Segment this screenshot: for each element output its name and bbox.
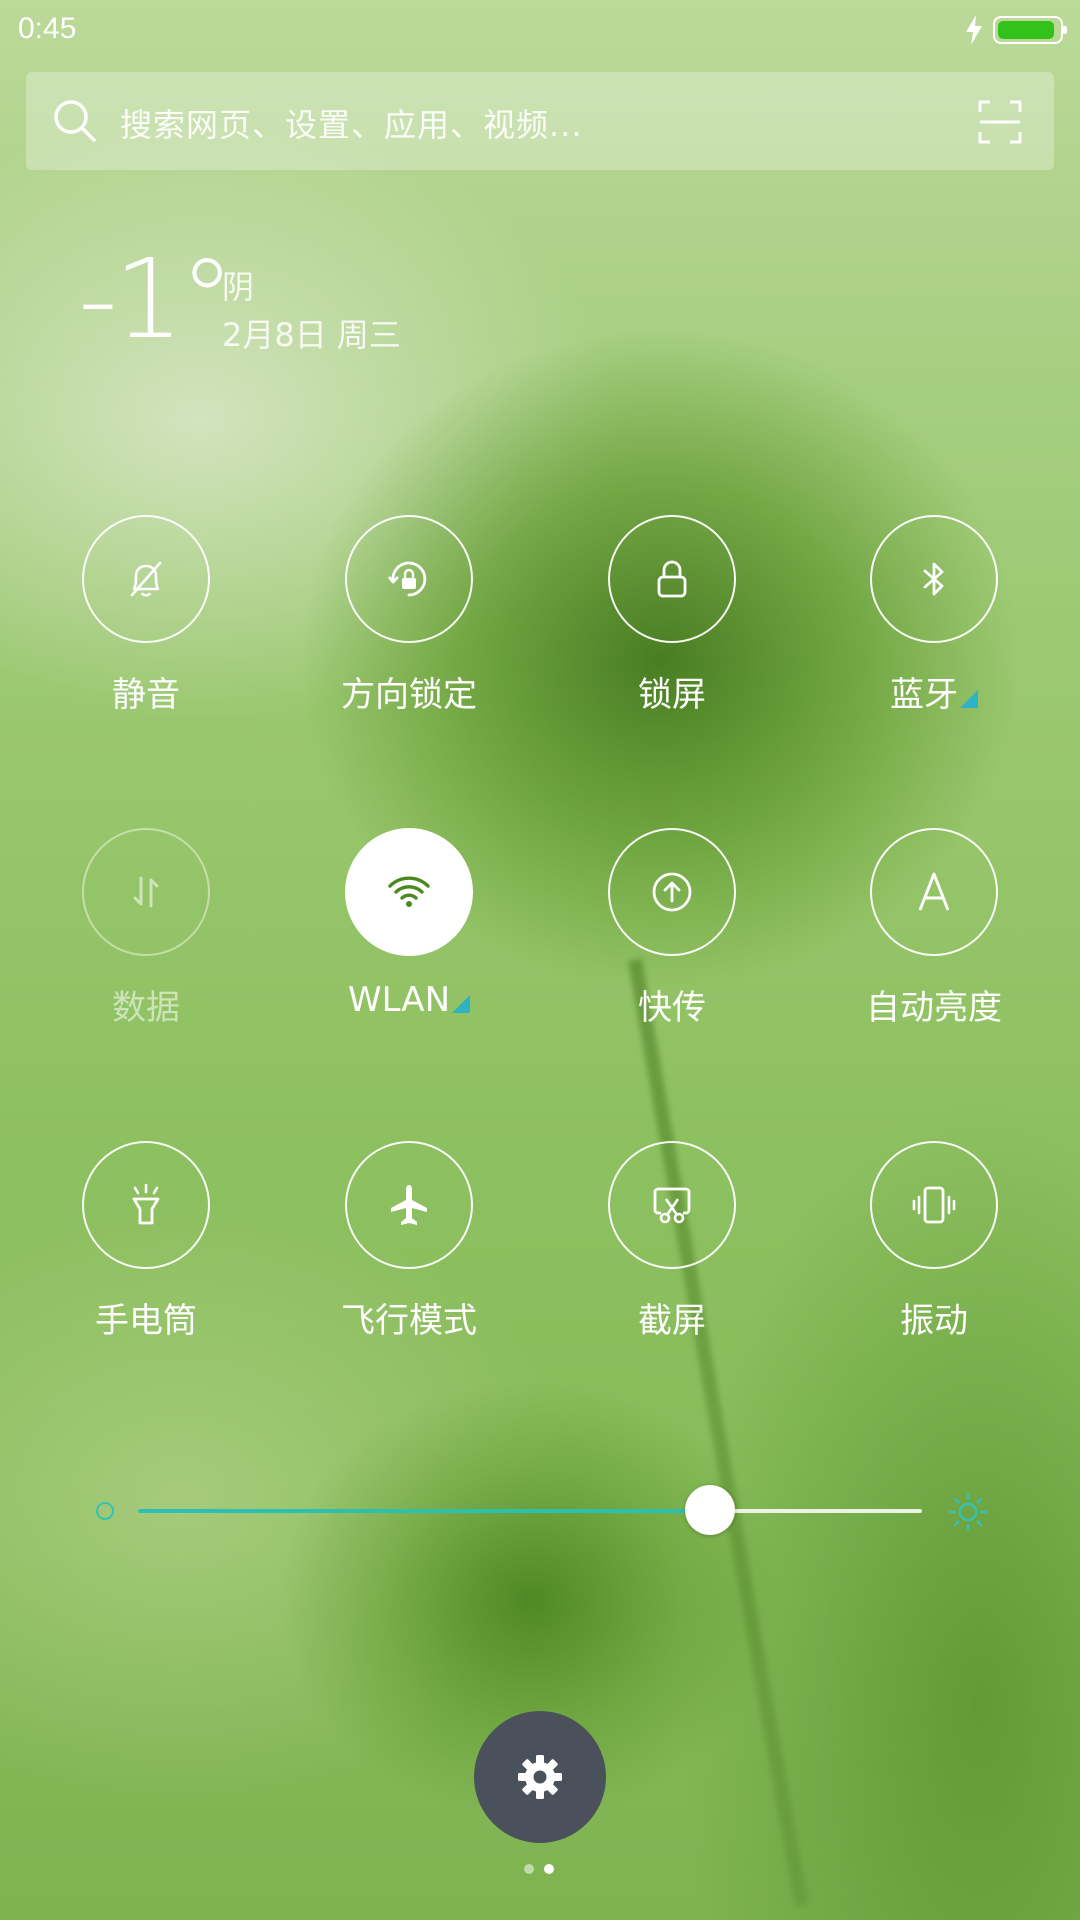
toggle-vibrate-circle[interactable] [870, 1141, 998, 1269]
toggle-lock-screen-label: 锁屏 [638, 675, 706, 715]
toggle-airplane-label: 飞行模式 [341, 1301, 477, 1341]
toggle-rotation-lock[interactable]: 方向锁定 [309, 515, 509, 735]
toggle-quick-transfer[interactable]: 快传 [572, 828, 772, 1048]
toggle-wlan[interactable]: WLAN [309, 828, 509, 1048]
toggle-screenshot-label: 截屏 [638, 1301, 706, 1341]
toggle-rotation-lock-circle[interactable] [345, 515, 473, 643]
gear-icon [518, 1755, 562, 1799]
battery-fill [998, 21, 1054, 39]
toggle-lock-screen-circle[interactable] [608, 515, 736, 643]
battery-cap [1063, 26, 1067, 34]
toggle-wlan-label-wrap: WLAN [289, 980, 529, 1020]
toggle-bluetooth-circle[interactable] [870, 515, 998, 643]
toggle-silent[interactable]: 静音 [46, 515, 246, 735]
charging-bolt-icon [966, 15, 982, 45]
toggle-auto-brightness[interactable]: 自动亮度 [834, 828, 1034, 1048]
brightness-slider[interactable] [138, 1485, 922, 1535]
settings-button[interactable] [474, 1711, 606, 1843]
toggle-auto-brightness-circle[interactable] [870, 828, 998, 956]
mobile-data-icon [133, 876, 159, 908]
toggle-silent-label: 静音 [112, 675, 180, 715]
toggle-bluetooth-label: 蓝牙 [890, 675, 958, 715]
battery-icon [993, 16, 1067, 44]
status-time: 0:45 [18, 12, 77, 45]
toggle-silent-circle[interactable] [82, 515, 210, 643]
toggle-flashlight-label: 手电筒 [95, 1301, 197, 1341]
brightness-low-icon [96, 1502, 114, 1520]
toggle-airplane[interactable]: 飞行模式 [309, 1141, 509, 1361]
toggle-mobile-data-circle[interactable] [82, 828, 210, 956]
weather-date: 2月8日 周三 [222, 316, 401, 354]
toggle-quick-transfer-label: 快传 [638, 988, 706, 1028]
page-dot-1[interactable] [524, 1864, 534, 1874]
toggle-bluetooth[interactable]: 蓝牙 [834, 515, 1034, 735]
toggle-vibrate[interactable]: 振动 [834, 1141, 1034, 1361]
search-input[interactable]: 搜索网页、设置、应用、视频... [120, 100, 583, 146]
quick-transfer-icon [652, 872, 692, 912]
toggle-auto-brightness-label: 自动亮度 [866, 988, 1002, 1028]
search-icon [54, 100, 96, 142]
toggle-wlan-label: WLAN [347, 980, 451, 1020]
toggle-lock-screen[interactable]: 锁屏 [572, 515, 772, 735]
rotation-lock-icon [387, 561, 427, 597]
weather-temperature[interactable]: -1° [78, 244, 235, 354]
brightness-slider-thumb[interactable] [685, 1485, 736, 1535]
weather-condition: 阴 [222, 268, 255, 306]
vibrate-icon [912, 1186, 956, 1224]
toggle-bluetooth-label-wrap: 蓝牙 [814, 667, 1054, 716]
brightness-slider-fill [138, 1509, 711, 1513]
status-bar: 0:45 [0, 0, 1080, 62]
bluetooth-icon [923, 562, 944, 596]
toggle-airplane-circle[interactable] [345, 1141, 473, 1269]
wallpaper-stem [628, 958, 809, 1907]
search-bar[interactable]: 搜索网页、设置、应用、视频... [26, 72, 1054, 170]
lock-icon [657, 560, 687, 598]
toggle-flashlight[interactable]: 手电筒 [46, 1141, 246, 1361]
page-indicator [522, 1864, 562, 1876]
toggle-vibrate-label: 振动 [900, 1301, 968, 1341]
silent-bell-icon [130, 561, 162, 597]
toggle-flashlight-circle[interactable] [82, 1141, 210, 1269]
page-dot-2-active[interactable] [544, 1864, 554, 1874]
brightness-high-sun-icon [948, 1492, 988, 1532]
toggle-rotation-lock-label: 方向锁定 [341, 675, 477, 715]
airplane-icon [391, 1185, 427, 1225]
auto-brightness-icon [918, 872, 950, 911]
screenshot-icon [653, 1187, 691, 1224]
toggle-wlan-circle[interactable] [345, 828, 473, 956]
toggle-quick-transfer-circle[interactable] [608, 828, 736, 956]
more-options-triangle-icon [960, 690, 978, 708]
scan-icon[interactable] [978, 100, 1022, 144]
toggle-mobile-data-label: 数据 [112, 988, 180, 1028]
wifi-icon [388, 876, 430, 907]
toggle-mobile-data[interactable]: 数据 [46, 828, 246, 1048]
toggle-screenshot-circle[interactable] [608, 1141, 736, 1269]
more-options-triangle-icon [452, 995, 471, 1013]
toggle-screenshot[interactable]: 截屏 [572, 1141, 772, 1361]
flashlight-icon [132, 1183, 160, 1225]
